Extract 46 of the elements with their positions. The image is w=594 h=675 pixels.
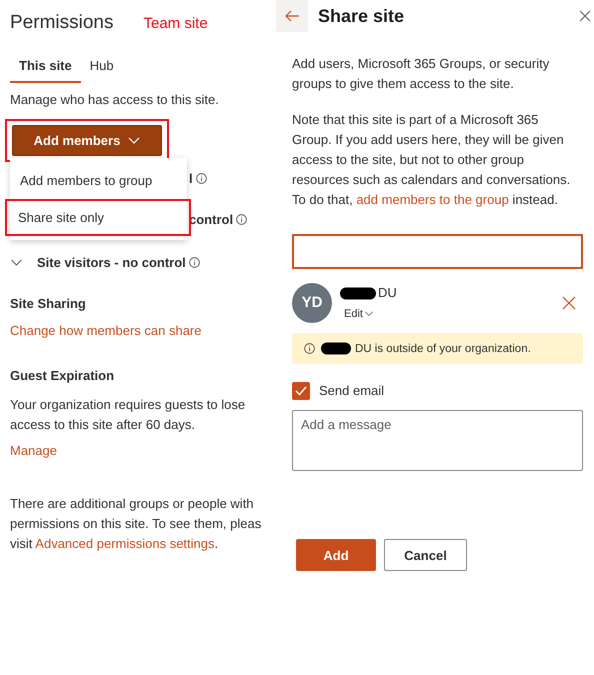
note-text: Note that this site is part of a Microsoft 365 Group. If you add users here, they will be given access to the site, but not to other group resources such as calendars and conversations. To do that, add members to the group instead.: [292, 111, 572, 209]
avatar: YD: [292, 283, 332, 323]
checkbox[interactable]: [292, 382, 310, 400]
chevron-icon[interactable]: [10, 258, 23, 266]
remove-icon[interactable]: [562, 296, 576, 310]
share-settings-link[interactable]: Change how members can share: [10, 323, 202, 338]
add-members-link[interactable]: add members to the group: [356, 192, 509, 207]
group-label: control: [189, 212, 234, 227]
menu-item[interactable]: Share site only: [5, 199, 191, 236]
redaction-mark: [321, 342, 351, 355]
menu-item[interactable]: Add members to group: [10, 162, 187, 199]
panel-title: Permissions: [10, 12, 114, 34]
site-type-label: Team site: [143, 15, 208, 32]
manage-link[interactable]: Manage: [10, 443, 57, 458]
section-heading: Guest Expiration: [10, 368, 116, 383]
panel-title: Share site: [318, 6, 406, 26]
person-name: DU: [378, 284, 397, 302]
redaction-mark: [340, 286, 376, 300]
group-label[interactable]: Site visitors - no control: [37, 255, 186, 270]
tab[interactable]: Hub: [80, 54, 123, 83]
description-text: Add users, Microsoft 365 Groups, or security groups to give them access to the site.: [292, 55, 550, 93]
back-arrow-icon: [284, 10, 300, 22]
group-label: l: [189, 171, 193, 186]
close-icon[interactable]: [579, 10, 591, 22]
expiration-text: Your organization requires guests to lose access to this site after 60 days.: [10, 396, 246, 434]
check-icon: [295, 386, 307, 396]
info-icon: [196, 173, 207, 184]
info-icon: [236, 214, 248, 225]
footer-text: There are additional groups or people with permissions on this site. To see them, pleas visit Advanced permissions settings.: [10, 495, 262, 553]
info-icon: [188, 257, 200, 268]
message-field[interactable]: Add a message: [292, 410, 583, 471]
people-input-field[interactable]: [292, 234, 583, 269]
add-button[interactable]: Add: [296, 539, 376, 571]
checkbox-label: Send email: [319, 382, 384, 400]
warning-text: DU is outside of your organization.: [355, 342, 531, 356]
section-heading: Site Sharing: [10, 296, 87, 311]
cancel-button[interactable]: Cancel: [384, 539, 467, 571]
add-members-button[interactable]: Add members: [12, 125, 162, 156]
back-button[interactable]: [276, 0, 308, 32]
tab[interactable]: This site: [10, 54, 81, 83]
caret-icon: [128, 136, 140, 144]
info-icon: [304, 343, 315, 354]
advanced-permissions-link[interactable]: Advanced permissions settings: [35, 536, 214, 551]
caret-icon: [364, 311, 374, 317]
description-text: Manage who has access to this site.: [10, 92, 220, 107]
permission-dropdown[interactable]: Edit: [344, 307, 374, 321]
